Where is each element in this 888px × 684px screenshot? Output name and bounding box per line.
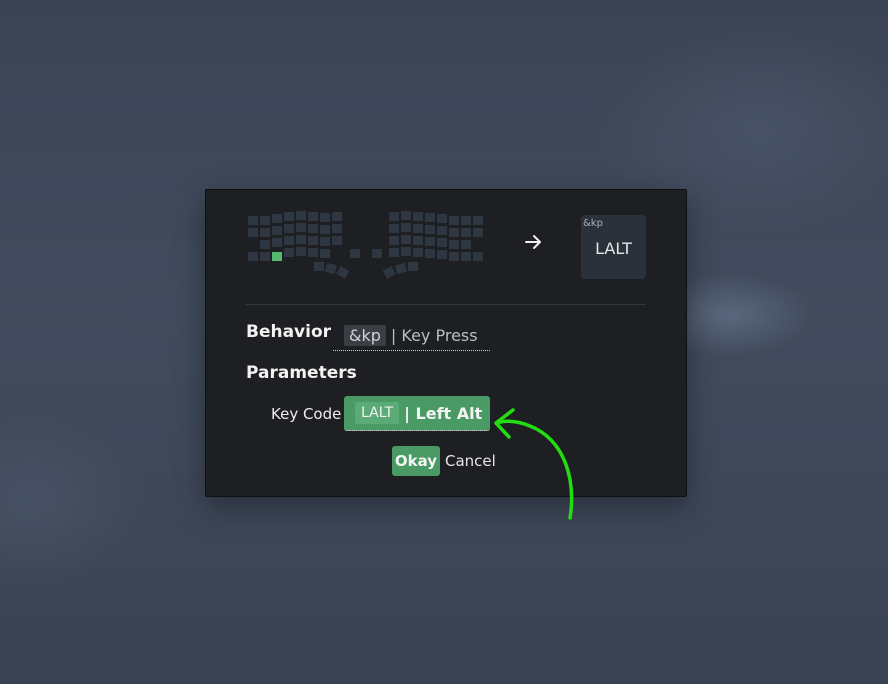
keymap-key [320, 249, 330, 258]
keymap-key [382, 266, 396, 279]
keymap-key [389, 224, 399, 233]
selected-key-indicator [272, 252, 282, 261]
edit-binding-dialog: &kp LALT Behavior &kp | Key Press Parame… [205, 189, 687, 497]
keymap-key [473, 216, 483, 225]
keymap-key [272, 238, 282, 247]
parameters-label: Parameters [246, 363, 357, 383]
keymap-key [308, 236, 318, 245]
keymap-key [248, 252, 258, 261]
keymap-key [425, 249, 435, 258]
keymap-key [308, 224, 318, 233]
keymap-key [296, 223, 306, 232]
keymap-key [437, 238, 447, 247]
keymap-key [408, 262, 418, 271]
keymap-key [449, 252, 459, 261]
keymap-key [320, 225, 330, 234]
keymap-key [425, 225, 435, 234]
keymap-key [437, 226, 447, 235]
keymap-key [449, 216, 459, 225]
keymap-key [401, 235, 411, 244]
okay-button[interactable]: Okay [392, 446, 440, 476]
keymap-key [320, 213, 330, 222]
keymap-key [260, 216, 270, 225]
keymap-key [461, 216, 471, 225]
keymap-key [413, 236, 423, 245]
keymap-key [449, 240, 459, 249]
keymap-key [372, 249, 382, 258]
keymap-key [473, 252, 483, 261]
keymap-key [308, 212, 318, 221]
keymap-key [461, 240, 471, 249]
keymap-key [413, 224, 423, 233]
keymap-key [389, 212, 399, 221]
keymap-key [314, 262, 324, 271]
keymap-key [260, 228, 270, 237]
annotation-arrow-icon [494, 408, 574, 520]
keymap-key [284, 212, 294, 221]
keymap-key [336, 266, 350, 279]
keymap-key [284, 224, 294, 233]
keymap-key [401, 211, 411, 220]
keymap-key [425, 213, 435, 222]
keymap-key [413, 248, 423, 257]
keymap-key [284, 236, 294, 245]
keymap-key [401, 247, 411, 256]
keymap-key [260, 240, 270, 249]
keymap-key [308, 248, 318, 257]
keymap-key [296, 211, 306, 220]
behavior-code: &kp [344, 324, 386, 346]
keymap-key [425, 237, 435, 246]
keymap-key [332, 224, 342, 233]
keymap-key [461, 228, 471, 237]
key-code-select[interactable]: LALT | Left Alt [344, 396, 490, 431]
keymap-key [248, 216, 258, 225]
key-code-label: Key Code [271, 405, 342, 423]
keymap-key [320, 237, 330, 246]
key-preview-behavior: &kp [583, 218, 603, 229]
divider [246, 304, 646, 305]
keymap-key [324, 262, 337, 275]
keymap-key [332, 236, 342, 245]
keymap-key [332, 212, 342, 221]
keymap-key [461, 252, 471, 261]
keymap-key [395, 262, 408, 275]
keymap-key [413, 212, 423, 221]
keymap-key [449, 228, 459, 237]
key-code-name: | Left Alt [404, 403, 483, 423]
keymap-key [272, 226, 282, 235]
keymap-key [248, 228, 258, 237]
key-code-value: LALT [355, 402, 400, 424]
behavior-label: Behavior [246, 322, 332, 342]
arrow-right-icon [525, 235, 541, 249]
keyboard-layout-preview [248, 211, 483, 279]
keymap-key [401, 223, 411, 232]
keymap-key [437, 250, 447, 259]
behavior-select[interactable]: &kp | Key Press [333, 320, 490, 351]
keymap-key [260, 252, 270, 261]
keymap-key [296, 235, 306, 244]
keymap-key [389, 236, 399, 245]
keymap-key [350, 249, 360, 258]
key-preview-param: LALT [595, 239, 632, 258]
keymap-key [296, 247, 306, 256]
behavior-name: | Key Press [390, 325, 478, 345]
keymap-key [437, 214, 447, 223]
key-binding-preview: &kp LALT [581, 215, 646, 279]
keymap-key [473, 228, 483, 237]
keymap-key [389, 248, 399, 257]
keymap-key [272, 214, 282, 223]
keymap-key [284, 248, 294, 257]
